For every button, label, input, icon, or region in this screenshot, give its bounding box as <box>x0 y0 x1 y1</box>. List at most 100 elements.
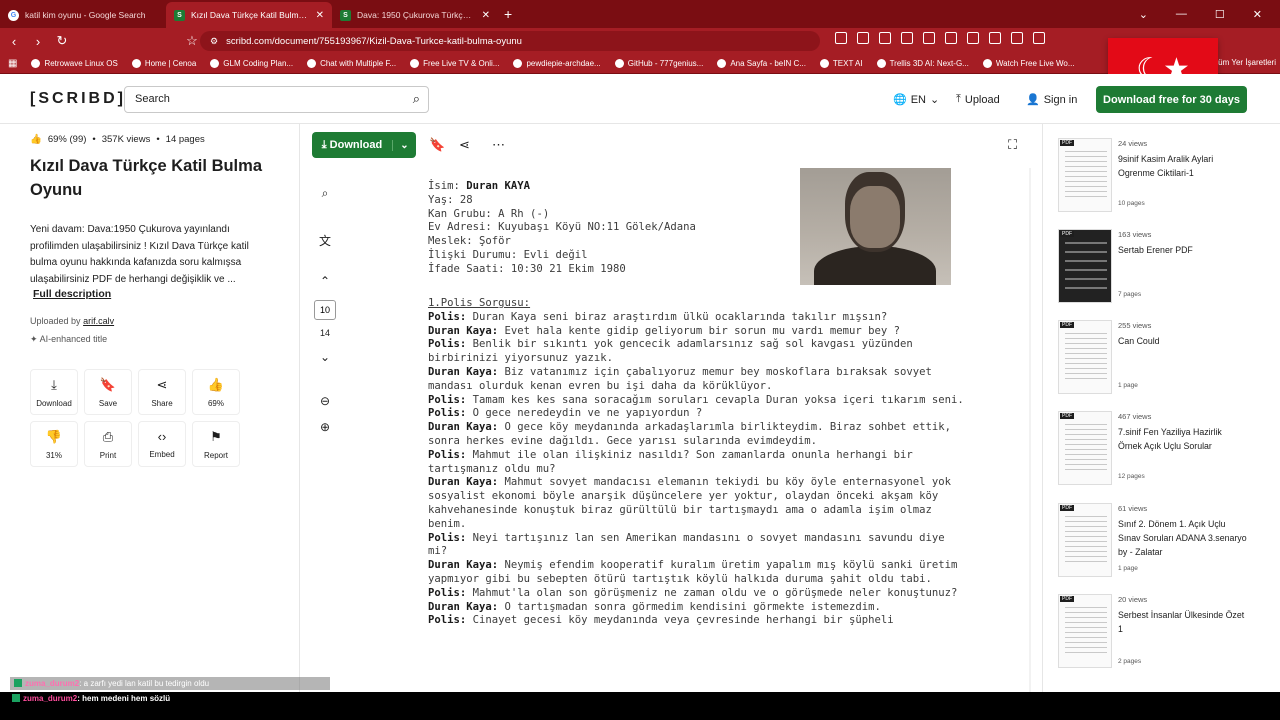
related-views: 20 views <box>1118 595 1148 604</box>
related-document-card[interactable]: PDF 467 views 7.sinif Fen Yaziliya Hazirli… <box>1058 411 1273 491</box>
search-input[interactable]: Search ⌕ <box>124 86 429 113</box>
extension-icon[interactable] <box>989 32 1001 44</box>
document-thumbnail[interactable]: PDF <box>1058 320 1112 394</box>
doc-stats: 👍 69% (99) • 357K views • 14 pages <box>30 134 205 145</box>
tab-search-icon[interactable]: ⌄ <box>1139 8 1148 21</box>
minimize-icon[interactable]: — <box>1176 8 1187 20</box>
share-icon[interactable]: ⋖ <box>459 137 470 153</box>
document-thumbnail[interactable]: PDF <box>1058 138 1112 212</box>
extension-icon[interactable] <box>923 32 935 44</box>
bookmark-icon[interactable]: 🔖 <box>429 137 445 153</box>
extension-icon[interactable] <box>1033 32 1045 44</box>
extension-icon[interactable] <box>901 32 913 44</box>
print-action-button[interactable]: ⎙ Print <box>84 421 132 467</box>
related-title[interactable]: Can Could <box>1118 334 1248 348</box>
extension-icon[interactable] <box>857 32 869 44</box>
scribd-logo[interactable]: [SCRIBD] <box>30 90 126 108</box>
section-header: 1.Polis Sorgusu: <box>428 297 531 309</box>
document-thumbnail[interactable]: PDF <box>1058 411 1112 485</box>
maximize-icon[interactable]: ☐ <box>1215 8 1225 21</box>
document-viewer[interactable]: İsim: Duran KAYA Yaş: 28 Kan Grubu: A Rh (… <box>351 168 1031 692</box>
bookmark-item[interactable]: Home | Cenoa <box>131 59 196 68</box>
related-document-card[interactable]: PDF 24 views 9sinif Kasim Aralik Aylari Og… <box>1058 138 1273 218</box>
extension-icon[interactable] <box>835 32 847 44</box>
chevron-up-icon[interactable]: ⌃ <box>315 274 335 288</box>
related-pages: 2 pages <box>1118 658 1142 665</box>
embed-action-button[interactable]: ‹› Embed <box>138 421 186 467</box>
bookmark-star-icon[interactable]: ☆ <box>182 33 202 49</box>
zoom-out-icon[interactable]: ⊖ <box>315 394 335 408</box>
bookmark-item[interactable]: GLM Coding Plan... <box>210 59 293 68</box>
related-document-card[interactable]: PDF 255 views Can Could 1 page <box>1058 320 1273 400</box>
close-window-icon[interactable]: ✕ <box>1253 8 1262 21</box>
chevron-down-icon[interactable]: ⌄ <box>392 139 416 151</box>
language-selector[interactable]: 🌐 EN ⌄ <box>893 93 939 107</box>
free-trial-button[interactable]: Download free for 30 days <box>1096 86 1247 113</box>
related-title[interactable]: Sınıf 2. Dönem 1. Açık Uçlu Sınav Sorula… <box>1118 517 1248 559</box>
report-action-button[interactable]: ⚑ Report <box>192 421 240 467</box>
related-title[interactable]: 7.sinif Fen Yaziliya Hazirlik Örnek Açık… <box>1118 425 1248 453</box>
bookmark-item[interactable]: Free Live TV & Onli... <box>410 59 499 68</box>
browser-tab-scribd-active[interactable]: S Kızıl Dava Türkçe Katil Bulma Oy ✕ <box>166 2 332 28</box>
31--action-button[interactable]: 👎 31% <box>30 421 78 467</box>
69--action-button[interactable]: 👍 69% <box>192 369 240 415</box>
uploader-link[interactable]: arif.calv <box>83 316 114 326</box>
close-tab-icon[interactable]: ✕ <box>482 10 490 21</box>
bookmark-item[interactable]: TEXT AI <box>819 59 863 68</box>
document-thumbnail[interactable]: PDF <box>1058 503 1112 577</box>
bookmark-item[interactable]: pewdiepie-archdae... <box>513 59 601 68</box>
back-icon[interactable]: ‹ <box>4 34 24 49</box>
related-document-card[interactable]: PDF 61 views Sınıf 2. Dönem 1. Açık Uçlu S… <box>1058 503 1273 583</box>
browser-tab-google[interactable]: G katil kim oyunu - Google Search <box>0 2 166 28</box>
download-button[interactable]: ⤓ Download ⌄ <box>312 132 416 158</box>
forward-icon[interactable]: › <box>28 34 48 49</box>
extension-icon[interactable] <box>1011 32 1023 44</box>
action-label: Download <box>36 398 72 408</box>
full-description-link[interactable]: Full description <box>33 288 111 300</box>
bookmark-label: Free Live TV & Onli... <box>423 59 500 68</box>
close-tab-icon[interactable]: ✕ <box>316 10 324 21</box>
reload-icon[interactable]: ↻ <box>52 33 72 49</box>
save-action-button[interactable]: 🔖 Save <box>84 369 132 415</box>
related-document-card[interactable]: PDF 163 views Sertab Erener PDF 7 pages <box>1058 229 1273 309</box>
extension-icon[interactable] <box>879 32 891 44</box>
all-bookmarks[interactable]: Tüm Yer İşaretleri <box>1213 58 1276 67</box>
speaker: Duran Kaya: <box>428 559 499 572</box>
more-options-icon[interactable]: ⋯ <box>492 137 505 153</box>
translate-icon[interactable]: 文 <box>315 232 335 249</box>
browser-tab-scribd[interactable]: S Dava: 1950 Çukurova Türkçe Katil Bul ✕ <box>332 2 498 28</box>
signin-button[interactable]: 👤 Sign in <box>1026 93 1077 107</box>
address-bar[interactable]: ⚙ scribd.com/document/755193967/Kizil-Da… <box>200 31 820 51</box>
bookmark-item[interactable]: Chat with Multiple F... <box>307 59 396 68</box>
search-icon[interactable]: ⌕ <box>413 91 420 107</box>
document-thumbnail[interactable]: PDF <box>1058 229 1112 303</box>
related-title[interactable]: Serbest İnsanlar Ülkesinde Özet 1 <box>1118 608 1248 636</box>
new-tab-icon[interactable]: + <box>504 2 512 28</box>
download-action-button[interactable]: ⤓ Download <box>30 369 78 415</box>
related-title[interactable]: Sertab Erener PDF <box>1118 243 1248 257</box>
fullscreen-icon[interactable]: ⛶ <box>1008 137 1017 153</box>
share-action-button[interactable]: ⋖ Share <box>138 369 186 415</box>
page-number-input[interactable]: 10 <box>314 300 336 320</box>
bookmark-item[interactable]: Ana Sayfa - beIN C... <box>717 59 806 68</box>
extension-icon[interactable] <box>945 32 957 44</box>
bookmark-item[interactable]: Retrowave Linux OS <box>31 59 118 68</box>
search-icon[interactable]: ⌕ <box>315 186 335 201</box>
document-info-panel: 👍 69% (99) • 357K views • 14 pages Kızıl… <box>0 124 300 696</box>
extension-icon[interactable] <box>967 32 979 44</box>
site-info-icon[interactable]: ⚙ <box>210 36 218 47</box>
site-header: [SCRIBD] Search ⌕ 🌐 EN ⌄ ⤒ Upload 👤 Sign… <box>0 74 1280 124</box>
dialogue-text: Neymiş efendim kooperatif kuralım üretim… <box>428 559 958 585</box>
related-document-card[interactable]: PDF 20 views Serbest İnsanlar Ülkesinde Öz… <box>1058 594 1273 674</box>
bookmark-item[interactable]: GitHub - 777genius... <box>614 59 703 68</box>
related-title[interactable]: 9sinif Kasim Aralik Aylari Ogrenme Cikti… <box>1118 152 1248 180</box>
pdf-badge: PDF <box>1060 596 1074 602</box>
document-thumbnail[interactable]: PDF <box>1058 594 1112 668</box>
dialogue-line: Duran Kaya: Mahmut sovyet mandacısı elem… <box>428 476 968 531</box>
bookmark-item[interactable]: Trellis 3D AI: Next-G... <box>876 59 969 68</box>
bookmark-item[interactable]: Watch Free Live Wo... <box>982 59 1075 68</box>
zoom-in-icon[interactable]: ⊕ <box>315 420 335 434</box>
chevron-down-icon[interactable]: ⌄ <box>315 350 335 364</box>
apps-icon[interactable]: ▦ <box>8 58 17 69</box>
upload-button[interactable]: ⤒ Upload <box>956 93 1000 106</box>
